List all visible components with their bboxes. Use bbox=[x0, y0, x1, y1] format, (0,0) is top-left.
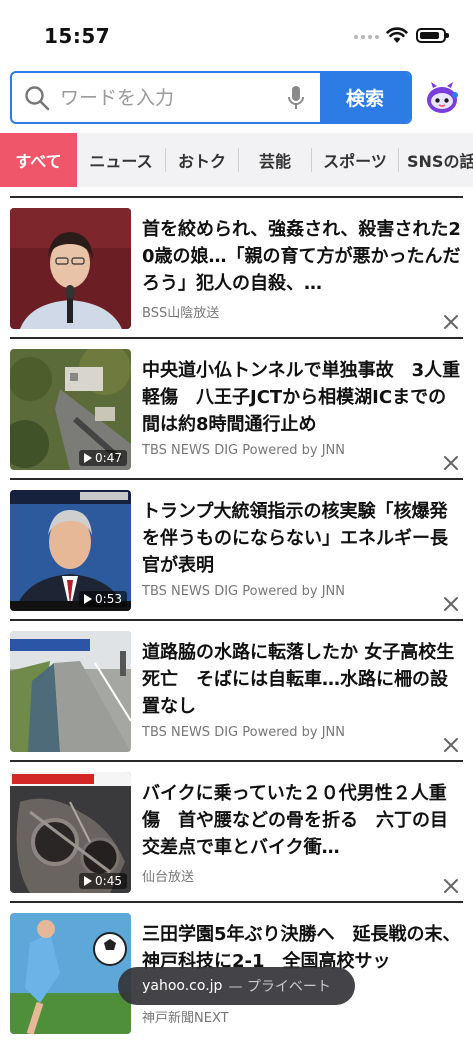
news-headline[interactable]: トランプ大統領指示の核実験「核爆発を伴うものにならない」エネルギー長官が表明 bbox=[142, 498, 464, 579]
play-icon bbox=[84, 876, 93, 886]
news-item[interactable]: 0:53 トランプ大統領指示の核実験「核爆発を伴うものにならない」エネルギー長官… bbox=[0, 480, 473, 620]
news-thumbnail: 0:45 bbox=[10, 772, 131, 893]
news-thumbnail: 0:53 bbox=[10, 490, 131, 611]
news-item[interactable]: 0:45 バイクに乗っていた２０代男性２人重傷 首や腰などの骨を折る 六丁の目交… bbox=[0, 762, 473, 902]
tab-news[interactable]: ニュース bbox=[77, 133, 165, 187]
news-source: TBS NEWS DIG Powered by JNN bbox=[142, 584, 346, 599]
news-headline[interactable]: バイクに乗っていた２０代男性２人重傷 首や腰などの骨を折る 六丁の目交差点で車と… bbox=[142, 780, 464, 861]
duration-text: 0:47 bbox=[95, 451, 122, 465]
url-domain: yahoo.co.jp bbox=[142, 978, 223, 994]
play-icon bbox=[84, 453, 93, 463]
browser-url-pill[interactable]: yahoo.co.jp — プライベート bbox=[118, 967, 355, 1005]
duration-text: 0:45 bbox=[95, 874, 122, 888]
tab-sports[interactable]: スポーツ bbox=[312, 133, 398, 187]
cellular-signal-icon bbox=[354, 35, 379, 39]
tab-deals[interactable]: おトク bbox=[166, 133, 238, 187]
search-button[interactable]: 検索 bbox=[320, 73, 410, 122]
news-source: 神戸新聞NEXT bbox=[142, 1011, 229, 1026]
close-icon[interactable] bbox=[443, 314, 459, 330]
news-headline[interactable]: 中央道小仏トンネルで単独事故 3人重軽傷 八王子JCTから相模湖ICまでの間は約… bbox=[142, 357, 464, 438]
search-bar: 検索 bbox=[10, 71, 412, 124]
wifi-icon bbox=[386, 27, 408, 43]
category-tabs: すべて ニュース おトク 芸能 スポーツ SNSの話 bbox=[0, 133, 473, 187]
news-source: 仙台放送 bbox=[142, 870, 195, 885]
microphone-icon[interactable] bbox=[287, 85, 305, 111]
close-icon[interactable] bbox=[443, 878, 459, 894]
battery-icon bbox=[416, 28, 449, 43]
video-duration-badge: 0:53 bbox=[79, 591, 127, 607]
soccer-match-image bbox=[10, 913, 131, 1034]
tab-all[interactable]: すべて bbox=[0, 133, 77, 187]
close-icon[interactable] bbox=[443, 737, 459, 753]
video-duration-badge: 0:47 bbox=[79, 450, 127, 466]
close-icon[interactable] bbox=[443, 596, 459, 612]
roadside-waterway-image bbox=[10, 631, 131, 752]
news-source: BSS山陰放送 bbox=[142, 306, 220, 321]
tab-entertainment[interactable]: 芸能 bbox=[239, 133, 311, 187]
status-bar: 15:57 bbox=[0, 0, 473, 60]
close-icon[interactable] bbox=[443, 455, 459, 471]
news-thumbnail bbox=[10, 208, 131, 329]
play-icon bbox=[84, 594, 93, 604]
news-thumbnail: 0:47 bbox=[10, 349, 131, 470]
video-duration-badge: 0:45 bbox=[79, 873, 127, 889]
search-icon bbox=[25, 86, 50, 111]
tab-sns[interactable]: SNSの話 bbox=[399, 133, 473, 187]
news-thumbnail bbox=[10, 631, 131, 752]
news-item[interactable]: 0:47 中央道小仏トンネルで単独事故 3人重軽傷 八王子JCTから相模湖ICま… bbox=[0, 339, 473, 479]
yahoo-character-icon[interactable] bbox=[424, 80, 460, 116]
private-mode-label: — プライベート bbox=[228, 979, 331, 995]
duration-text: 0:53 bbox=[95, 592, 122, 606]
status-time: 15:57 bbox=[44, 24, 111, 48]
news-item[interactable]: 首を絞められ、強姦され、殺害された20歳の娘…「親の育て方が悪かったんだろう」犯… bbox=[0, 198, 473, 338]
news-thumbnail bbox=[10, 913, 131, 1034]
news-headline[interactable]: 道路脇の水路に転落したか 女子高校生死亡 そばには自転車…水路に柵の設置なし bbox=[142, 639, 464, 720]
woman-speaking-image bbox=[10, 208, 131, 329]
news-headline[interactable]: 首を絞められ、強姦され、殺害された20歳の娘…「親の育て方が悪かったんだろう」犯… bbox=[142, 216, 464, 297]
news-source: TBS NEWS DIG Powered by JNN bbox=[142, 443, 346, 458]
search-input[interactable] bbox=[60, 73, 280, 122]
news-item[interactable]: 道路脇の水路に転落したか 女子高校生死亡 そばには自転車…水路に柵の設置なし T… bbox=[0, 621, 473, 761]
news-source: TBS NEWS DIG Powered by JNN bbox=[142, 725, 346, 740]
